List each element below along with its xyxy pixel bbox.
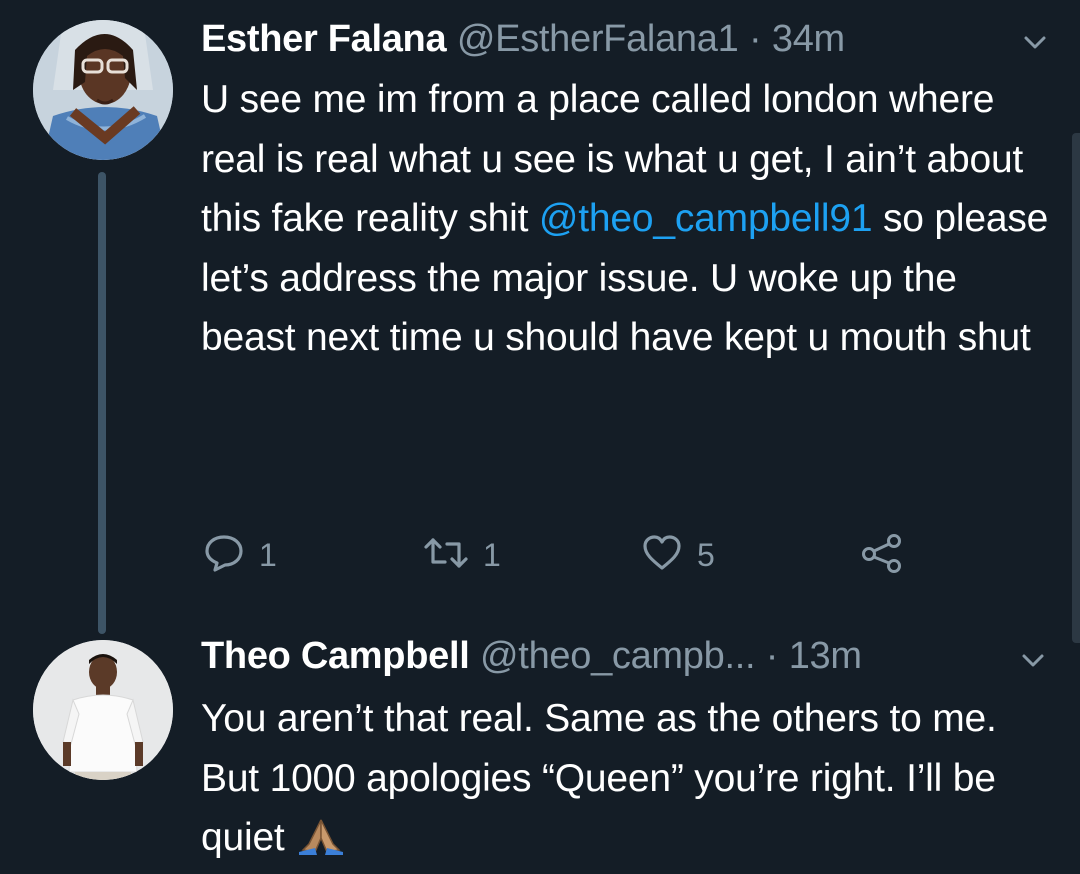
chevron-down-icon[interactable] — [1018, 646, 1048, 676]
heart-icon — [641, 532, 683, 579]
tweet-text: You aren’t that real. Same as the others… — [201, 689, 1051, 874]
mention-link[interactable]: @theo_campbell91 — [539, 197, 873, 240]
separator-dot: · — [748, 18, 762, 60]
chevron-down-icon[interactable] — [1020, 28, 1050, 58]
folded-hands-emoji-icon — [295, 814, 347, 874]
separator-dot: · — [765, 635, 779, 677]
author-name[interactable]: Esther Falana — [201, 18, 447, 60]
reply-count: 1 — [259, 536, 277, 573]
avatar-theo[interactable] — [33, 640, 173, 780]
like-count: 5 — [697, 536, 715, 573]
retweet-icon — [423, 532, 469, 579]
share-button[interactable] — [860, 530, 904, 580]
reply-icon — [203, 532, 245, 579]
avatar-esther[interactable] — [33, 20, 173, 160]
timestamp[interactable]: 13m — [789, 635, 862, 677]
author-handle[interactable]: @theo_campb... — [480, 635, 756, 677]
tweet-actions: 1 1 5 — [0, 530, 1080, 580]
author-name[interactable]: Theo Campbell — [201, 635, 470, 677]
tweet-header: Theo Campbell @theo_campb... · 13m — [201, 632, 862, 680]
scrollbar-thumb[interactable] — [1072, 133, 1080, 643]
timestamp[interactable]: 34m — [772, 18, 845, 60]
retweet-button[interactable]: 1 — [423, 530, 501, 580]
reply-button[interactable]: 1 — [203, 530, 277, 580]
retweet-count: 1 — [483, 536, 501, 573]
share-icon — [860, 532, 904, 579]
tweet-esther[interactable]: Esther Falana @EstherFalana1 · 34m U see… — [0, 0, 1080, 634]
tweet-header: Esther Falana @EstherFalana1 · 34m — [201, 15, 845, 63]
tweet-theo[interactable]: Theo Campbell @theo_campb... · 13m You a… — [0, 630, 1080, 871]
tweet-text: U see me im from a place called london w… — [201, 70, 1051, 368]
author-handle[interactable]: @EstherFalana1 — [457, 18, 739, 60]
like-button[interactable]: 5 — [641, 530, 715, 580]
